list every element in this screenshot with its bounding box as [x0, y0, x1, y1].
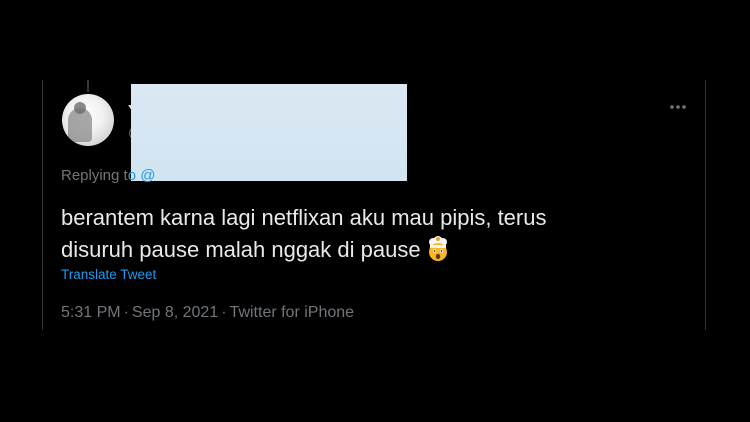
avatar[interactable]	[62, 94, 114, 146]
tweet-time[interactable]: 5:31 PM	[61, 304, 121, 321]
tweet-text: berantem karna lagi netflixan aku mau pi…	[61, 202, 681, 266]
tweet-source[interactable]: Twitter for iPhone	[230, 304, 355, 321]
tweet-card: Y @ Replying to @ berantem karna lagi ne…	[42, 80, 706, 330]
redaction-box	[131, 84, 407, 181]
replying-to: Replying to @	[61, 167, 155, 184]
translate-tweet-link[interactable]: Translate Tweet	[61, 267, 156, 282]
thread-line	[87, 80, 89, 92]
more-options-button[interactable]	[667, 96, 689, 118]
tweet-date[interactable]: Sep 8, 2021	[132, 304, 218, 321]
tweet-meta: 5:31 PM · Sep 8, 2021 · Twitter for iPhone	[61, 304, 354, 322]
replying-prefix: Replying t	[61, 167, 128, 184]
exploding-head-emoji-icon	[428, 236, 447, 261]
more-icon	[670, 105, 686, 109]
replying-link[interactable]: o @	[128, 167, 156, 184]
meta-separator: ·	[123, 304, 129, 321]
tweet-text-line2: disuruh pause malah nggak di pause	[61, 237, 421, 262]
avatar-figure-head	[74, 102, 86, 114]
tweet-text-line1: berantem karna lagi netflixan aku mau pi…	[61, 205, 547, 230]
meta-separator: ·	[221, 304, 227, 321]
